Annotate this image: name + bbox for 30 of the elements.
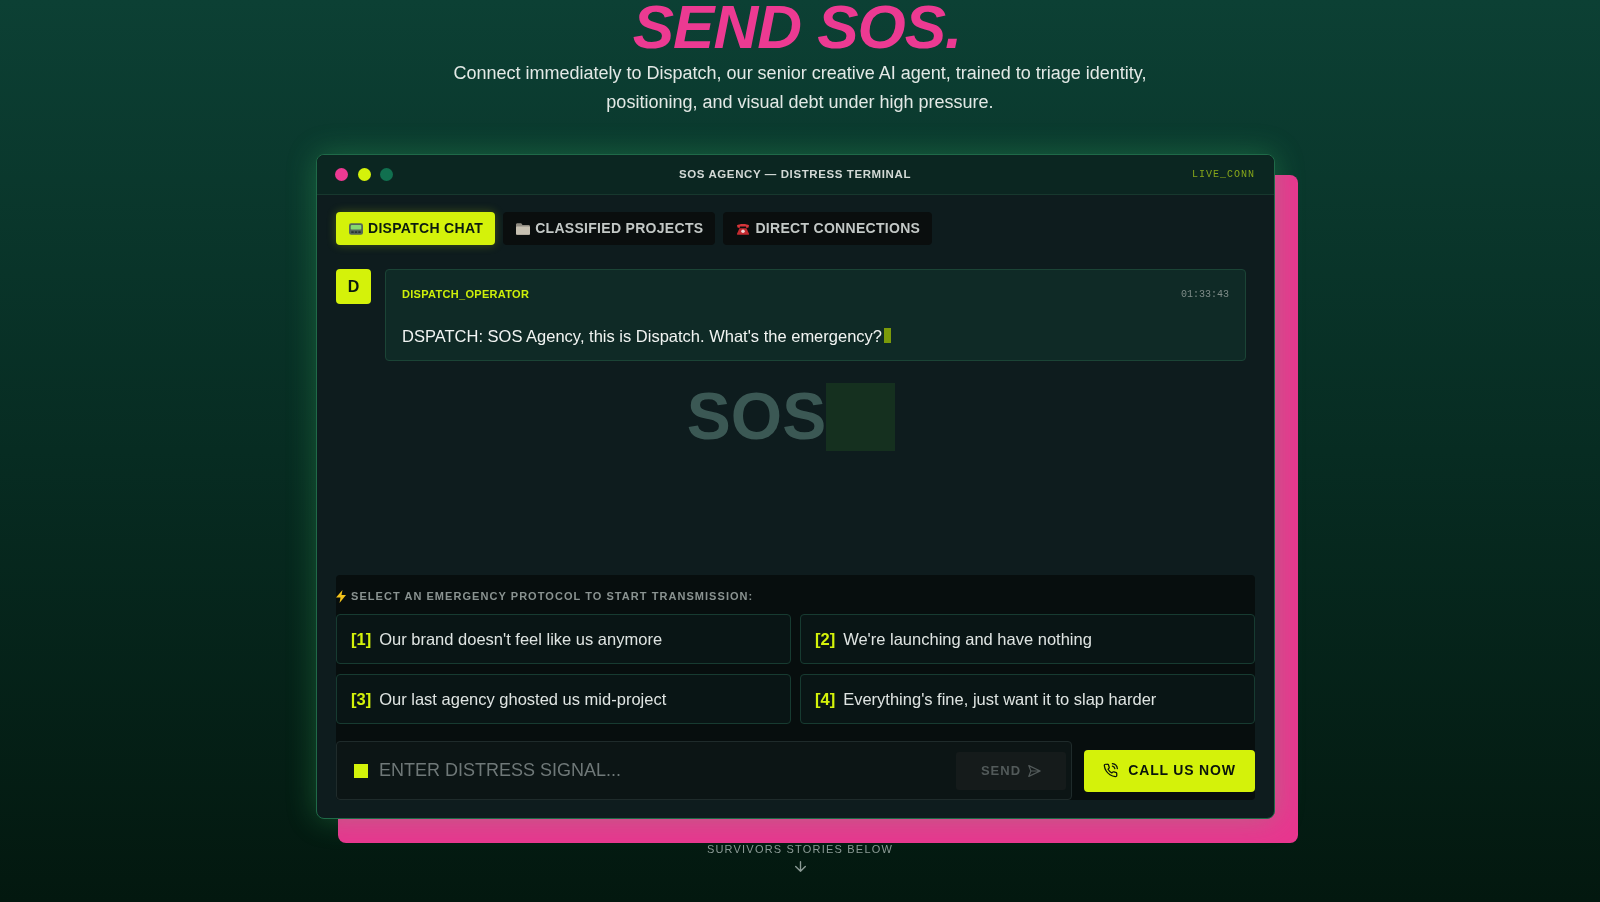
tab[interactable]: DISPATCH CHAT bbox=[336, 212, 496, 245]
window-title: SOS AGENCY — DISTRESS TERMINAL bbox=[678, 166, 912, 182]
protocol-prompt: SELECT AN EMERGENCY PROTOCOL TO START TRANSMISSION: bbox=[351, 589, 754, 603]
window-dot-icon bbox=[335, 168, 348, 181]
protocol-option[interactable]: [1] Our brand doesn't feel like us anymore bbox=[336, 614, 791, 664]
folder-icon bbox=[516, 222, 531, 235]
protocol-option[interactable]: [4] Everything's fine, just want it to slap harder bbox=[800, 674, 1255, 724]
call-button[interactable]: CALL US NOW bbox=[1084, 749, 1255, 792]
telephone-icon bbox=[736, 222, 751, 235]
protocol-option[interactable]: [3] Our last agency ghosted us mid-project bbox=[336, 674, 791, 724]
tab[interactable]: CLASSIFIED PROJECTS bbox=[503, 212, 716, 245]
lightning-icon bbox=[336, 589, 346, 603]
window-dot-icon bbox=[380, 168, 393, 181]
arrow-down-icon bbox=[794, 861, 806, 872]
scroll-hint: SURVIVORS STORIES BELOW bbox=[705, 843, 895, 856]
logo-text: SOS bbox=[686, 383, 827, 449]
tab[interactable]: DIRECT CONNECTIONS bbox=[723, 212, 933, 245]
phone-icon bbox=[1103, 763, 1119, 778]
message-time: 01:33:43 bbox=[1181, 287, 1229, 302]
message-text: DSPATCH: SOS Agency, this is Dispatch. What's the emergency? bbox=[402, 325, 882, 347]
window-dot-icon bbox=[357, 168, 371, 181]
protocol-option[interactable]: [2] We're launching and have nothing bbox=[800, 614, 1255, 664]
hero-heading: SEND SOS. bbox=[632, 1, 963, 54]
hero-subtitle: Connect immediately to Dispatch, our senior creative AI agent, trained to triage identity, positioning, and visual debt under high pressure. bbox=[452, 62, 1148, 114]
pager-icon bbox=[349, 222, 363, 235]
message-author: DISPATCH_OPERATOR bbox=[402, 287, 530, 302]
square-icon bbox=[354, 763, 368, 778]
connection-status: LIVE_CONN bbox=[1192, 168, 1255, 182]
send-icon bbox=[1028, 764, 1042, 777]
avatar: D bbox=[336, 269, 371, 304]
